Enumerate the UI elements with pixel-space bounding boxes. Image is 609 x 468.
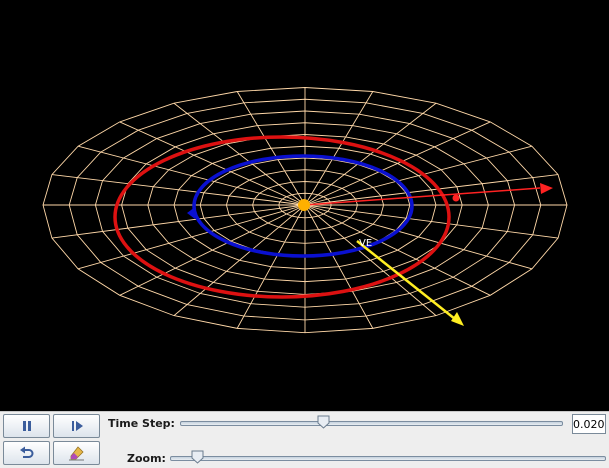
grid-spoke bbox=[77, 145, 306, 206]
grid-spoke bbox=[236, 91, 306, 206]
velocity-vector-label: VE bbox=[359, 238, 372, 249]
grid-spoke bbox=[304, 204, 559, 239]
reset-button[interactable] bbox=[3, 441, 50, 465]
eraser-icon bbox=[68, 446, 84, 461]
pause-button[interactable] bbox=[3, 414, 50, 438]
simulation-viewport[interactable]: VE bbox=[0, 0, 609, 411]
velocity-vector-arrowhead bbox=[451, 312, 464, 326]
radial-vector-arrowhead bbox=[540, 183, 553, 194]
zoom-slider-thumb[interactable] bbox=[191, 450, 204, 464]
step-forward-button[interactable] bbox=[53, 414, 100, 438]
control-panel: Time Step: 0.020 Zoom: bbox=[0, 411, 609, 468]
time-step-slider-track[interactable] bbox=[180, 421, 563, 426]
step-forward-icon bbox=[71, 421, 83, 431]
inner-orbit-direction-arrow bbox=[187, 207, 195, 219]
time-step-label: Time Step: bbox=[108, 417, 175, 430]
time-step-slider-thumb[interactable] bbox=[317, 415, 330, 429]
sun-marker bbox=[298, 199, 310, 211]
planet-marker[interactable] bbox=[452, 194, 460, 202]
grid-spoke bbox=[236, 204, 306, 329]
clear-trails-button[interactable] bbox=[53, 441, 100, 465]
grid-spoke bbox=[304, 204, 374, 329]
grid-spoke bbox=[51, 204, 306, 239]
orbit-scene[interactable]: VE bbox=[0, 0, 609, 411]
zoom-label: Zoom: bbox=[127, 452, 166, 465]
grid-spoke bbox=[173, 204, 306, 316]
grid-spoke bbox=[51, 174, 306, 206]
pause-icon bbox=[22, 421, 31, 431]
grid-spoke bbox=[304, 204, 533, 270]
zoom-slider-track[interactable] bbox=[170, 456, 606, 461]
grid-spoke bbox=[173, 102, 306, 206]
undo-icon bbox=[19, 446, 33, 458]
velocity-vector bbox=[356, 240, 456, 320]
grid-spoke bbox=[304, 204, 437, 316]
time-step-value-field[interactable]: 0.020 bbox=[572, 414, 606, 434]
grid-spoke bbox=[304, 102, 437, 206]
